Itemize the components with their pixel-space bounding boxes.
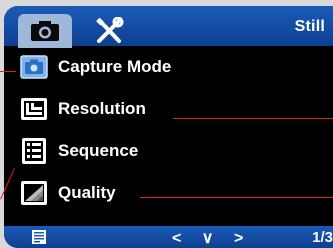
bottom-status-bar: < ∨ > 1/3 bbox=[4, 226, 333, 248]
settings-menu: Capture Mode Resolution Sequence Quality bbox=[4, 46, 333, 228]
page-indicator: 1/3 bbox=[312, 229, 333, 246]
menu-item-label: Capture Mode bbox=[58, 57, 172, 76]
device-frame: Still Capture Mode Resolution Sequence Q… bbox=[0, 0, 333, 248]
callout-line-resolution bbox=[173, 118, 333, 119]
sequence-icon bbox=[18, 137, 50, 165]
camera-icon bbox=[31, 21, 59, 41]
resolution-icon bbox=[18, 95, 50, 123]
menu-item-label: Quality bbox=[58, 183, 116, 202]
menu-item-capture-mode[interactable]: Capture Mode bbox=[4, 46, 333, 88]
camera-menu-screen: Still Capture Mode Resolution Sequence Q… bbox=[4, 6, 333, 248]
navigation-arrows[interactable]: < ∨ > bbox=[172, 228, 251, 248]
callout-line-left bbox=[0, 71, 16, 72]
callout-line-quality bbox=[140, 197, 333, 198]
quality-icon bbox=[18, 179, 50, 207]
menu-item-resolution[interactable]: Resolution bbox=[4, 88, 333, 130]
document-icon bbox=[32, 230, 46, 244]
menu-item-quality[interactable]: Quality bbox=[4, 172, 333, 214]
tab-settings[interactable] bbox=[90, 16, 130, 46]
capture-mode-icon bbox=[18, 53, 50, 81]
top-tab-bar: Still bbox=[4, 6, 333, 48]
mode-label: Still bbox=[294, 18, 325, 35]
menu-item-sequence[interactable]: Sequence bbox=[4, 130, 333, 172]
menu-item-label: Sequence bbox=[58, 141, 139, 160]
menu-item-label: Resolution bbox=[58, 99, 146, 118]
tab-camera[interactable] bbox=[18, 14, 72, 48]
wrench-screwdriver-icon bbox=[96, 17, 124, 43]
